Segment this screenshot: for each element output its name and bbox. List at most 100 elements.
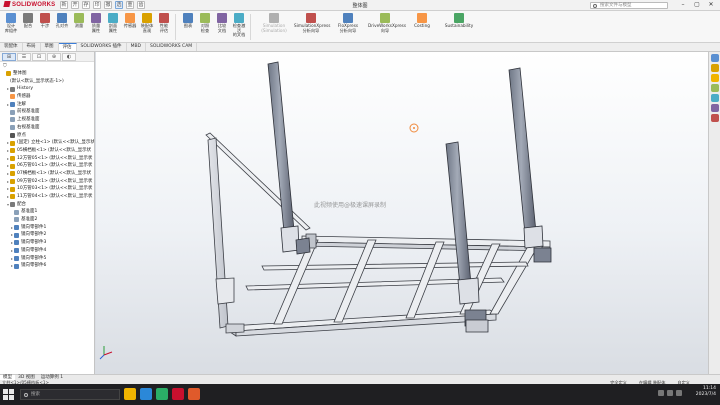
tree-node[interactable]: 基准面2 xyxy=(2,216,94,224)
maximize-button[interactable]: ▢ xyxy=(690,0,704,10)
view-palette-icon[interactable] xyxy=(710,84,719,92)
assembly-visual-button[interactable]: 装配体 直观 xyxy=(139,13,155,33)
tree-node[interactable]: ▸ 镜向零部件2 xyxy=(2,231,94,239)
system-tray-icons[interactable] xyxy=(658,390,682,396)
tree-node[interactable]: ▸ (固定) 立柱<1> (默认<<默认_显示状 xyxy=(2,139,94,147)
tree-node[interactable]: 基准面1 xyxy=(2,208,94,216)
graphics-viewport[interactable]: 此视频使用@极速课屏录制 xyxy=(96,52,708,374)
panel-tab[interactable]: ⊡ xyxy=(32,53,46,61)
tree-node[interactable]: 右视基准面 xyxy=(2,124,94,132)
command-tab[interactable]: 装配体 xyxy=(0,43,23,51)
start-button[interactable] xyxy=(3,389,14,400)
tree-node[interactable]: ▸ 镜向零部件3 xyxy=(2,239,94,247)
tree-node[interactable]: 传感器 xyxy=(2,93,94,101)
mass-properties-button[interactable]: 质量 属性 xyxy=(88,13,104,33)
interference-button[interactable]: 干涉 xyxy=(37,13,53,29)
tree-node-label: 06方管01<1> (默认<<默认_显示状 xyxy=(17,163,93,169)
ribbon-button-label: 剖面 属性 xyxy=(108,23,118,33)
solidworks-app-icon[interactable] xyxy=(172,388,184,400)
tree-node[interactable]: ▸ 11方管04<1> (默认<<默认_显示状 xyxy=(2,193,94,201)
media-app-icon[interactable] xyxy=(188,388,200,400)
command-tab[interactable]: 布局 xyxy=(23,43,41,51)
command-tab[interactable]: MBD xyxy=(127,43,146,51)
quick-access-button[interactable]: 撤 xyxy=(104,1,112,9)
tree-node[interactable]: ▸ 07横档板<1> (默认<<默认_显示状 xyxy=(2,170,94,178)
tree-node[interactable]: ▸ 05横档板<1> (默认<<默认_显示状 xyxy=(2,147,94,155)
tree-node[interactable]: ▸ 10方管03<1> (默认<<默认_显示状 xyxy=(2,185,94,193)
simulation-button[interactable]: Simulation (Simulation) xyxy=(257,13,291,33)
quick-access-button[interactable]: 齿 xyxy=(137,1,145,9)
tree-node[interactable]: ▸ History xyxy=(2,85,94,93)
panel-tab[interactable]: ◐ xyxy=(62,53,76,61)
window-controls: – ▢ ✕ xyxy=(676,0,718,10)
command-tab[interactable]: SOLIDWORKS CAM xyxy=(146,43,198,51)
sustainability-button[interactable]: Sustainability xyxy=(442,13,476,29)
performance-button[interactable]: 性能 评估 xyxy=(156,13,172,33)
ribbon-button-label: Simulation (Simulation) xyxy=(261,23,287,33)
compare-documents-icon xyxy=(217,13,227,23)
floxpress-button[interactable]: FloXpress 分析向导 xyxy=(331,13,365,33)
filter-icon[interactable]: ⛉ xyxy=(0,62,94,70)
tree-node[interactable]: 原点 xyxy=(2,132,94,140)
tree-node[interactable]: ▸ 注解 xyxy=(2,101,94,109)
tree-node[interactable]: (默认<默认_显示状态-1>) xyxy=(2,78,94,86)
home-icon[interactable] xyxy=(710,54,719,62)
quick-access-button[interactable]: 印 xyxy=(93,1,101,9)
tree-node[interactable]: ▸ 06方管01<1> (默认<<默认_显示状 xyxy=(2,162,94,170)
file-explorer-app-icon[interactable] xyxy=(124,388,136,400)
tree-node[interactable]: 整体图 xyxy=(2,70,94,78)
tree-node-label: 右视基准面 xyxy=(17,124,40,130)
file-explorer-icon[interactable] xyxy=(710,74,719,82)
search-box[interactable]: 搜索文件与模型 xyxy=(590,2,668,9)
command-tab[interactable]: SOLIDWORKS 插件 xyxy=(77,43,127,51)
panel-tab[interactable]: ⊞ xyxy=(2,53,16,61)
appearances-icon[interactable] xyxy=(710,94,719,102)
compare-button[interactable]: 对照 检查 xyxy=(197,13,213,33)
simulationxpress-button[interactable]: SimulationXpress 分析向导 xyxy=(294,13,330,33)
sensor-button[interactable]: 传感器 xyxy=(122,13,138,29)
tree-node[interactable]: ▸ 镜向零部件1 xyxy=(2,224,94,232)
close-button[interactable]: ✕ xyxy=(704,0,718,10)
custom-properties-icon[interactable] xyxy=(710,104,719,112)
tree-node[interactable]: ▸ 09方管02<1> (默认<<默认_显示状 xyxy=(2,178,94,186)
tree-node[interactable]: ▸ 镜向零部件4 xyxy=(2,247,94,255)
hole-align-button[interactable]: 孔对齐 xyxy=(54,13,70,29)
measure-button[interactable]: 测量 xyxy=(71,13,87,29)
quick-access-button[interactable]: 选 xyxy=(115,1,123,9)
taskbar-search[interactable]: 搜索 xyxy=(20,389,120,400)
panel-tab[interactable]: ☰ xyxy=(17,53,31,61)
section-properties-button[interactable]: 剖面 属性 xyxy=(105,13,121,33)
tree-node-icon xyxy=(10,132,15,138)
solidworks-logo[interactable]: SOLIDWORKS xyxy=(3,1,55,8)
tree-node-label: 镜向零部件5 xyxy=(21,255,47,261)
tree-node[interactable]: ▸ 12方管05<1> (默认<<默认_显示状 xyxy=(2,155,94,163)
minimize-button[interactable]: – xyxy=(676,0,690,10)
quick-access-button[interactable]: 存 xyxy=(82,1,90,9)
command-tab[interactable]: 草图 xyxy=(41,43,59,51)
tree-node[interactable]: 上视基准面 xyxy=(2,116,94,124)
costing-button[interactable]: Costing xyxy=(405,13,439,29)
tree-node-label: 05横档板<1> (默认<<默认_显示状 xyxy=(17,147,92,153)
driveworksxpress-button[interactable]: DriveWorksXpress 向导 xyxy=(368,13,406,33)
tree-node[interactable]: 前视基准面 xyxy=(2,108,94,116)
tree-node[interactable]: ▸ 镜向零部件6 xyxy=(2,262,94,270)
tree-node-label: 07横档板<1> (默认<<默认_显示状 xyxy=(17,170,92,176)
compare-documents-button[interactable]: 比较 文档 xyxy=(214,13,230,33)
command-tab[interactable]: 评估 xyxy=(58,43,77,51)
solidworks-forum-icon[interactable] xyxy=(710,114,719,122)
quick-access-button[interactable]: 开 xyxy=(71,1,79,9)
clock[interactable]: 11:14 2023/7/4 xyxy=(696,386,716,398)
browser-app-icon[interactable] xyxy=(140,388,152,400)
tree-node-label: (固定) 立柱<1> (默认<<默认_显示状 xyxy=(17,140,94,146)
design-library-button[interactable]: 设计 库组件 xyxy=(3,13,19,33)
design-library-icon[interactable] xyxy=(710,64,719,72)
quick-access-button[interactable]: 重 xyxy=(126,1,134,9)
panel-tab[interactable]: ⊕ xyxy=(47,53,61,61)
wechat-app-icon[interactable] xyxy=(156,388,168,400)
quick-access-button[interactable]: 新 xyxy=(60,1,68,9)
tree-node[interactable]: ▾ 配合 xyxy=(2,201,94,209)
check-active-document-button[interactable]: 检查激活 的文档 xyxy=(231,13,247,38)
tree-node[interactable]: ▸ 镜向零部件5 xyxy=(2,255,94,263)
chart-button[interactable]: 图表 xyxy=(180,13,196,29)
mate-button[interactable]: 配合 xyxy=(20,13,36,29)
